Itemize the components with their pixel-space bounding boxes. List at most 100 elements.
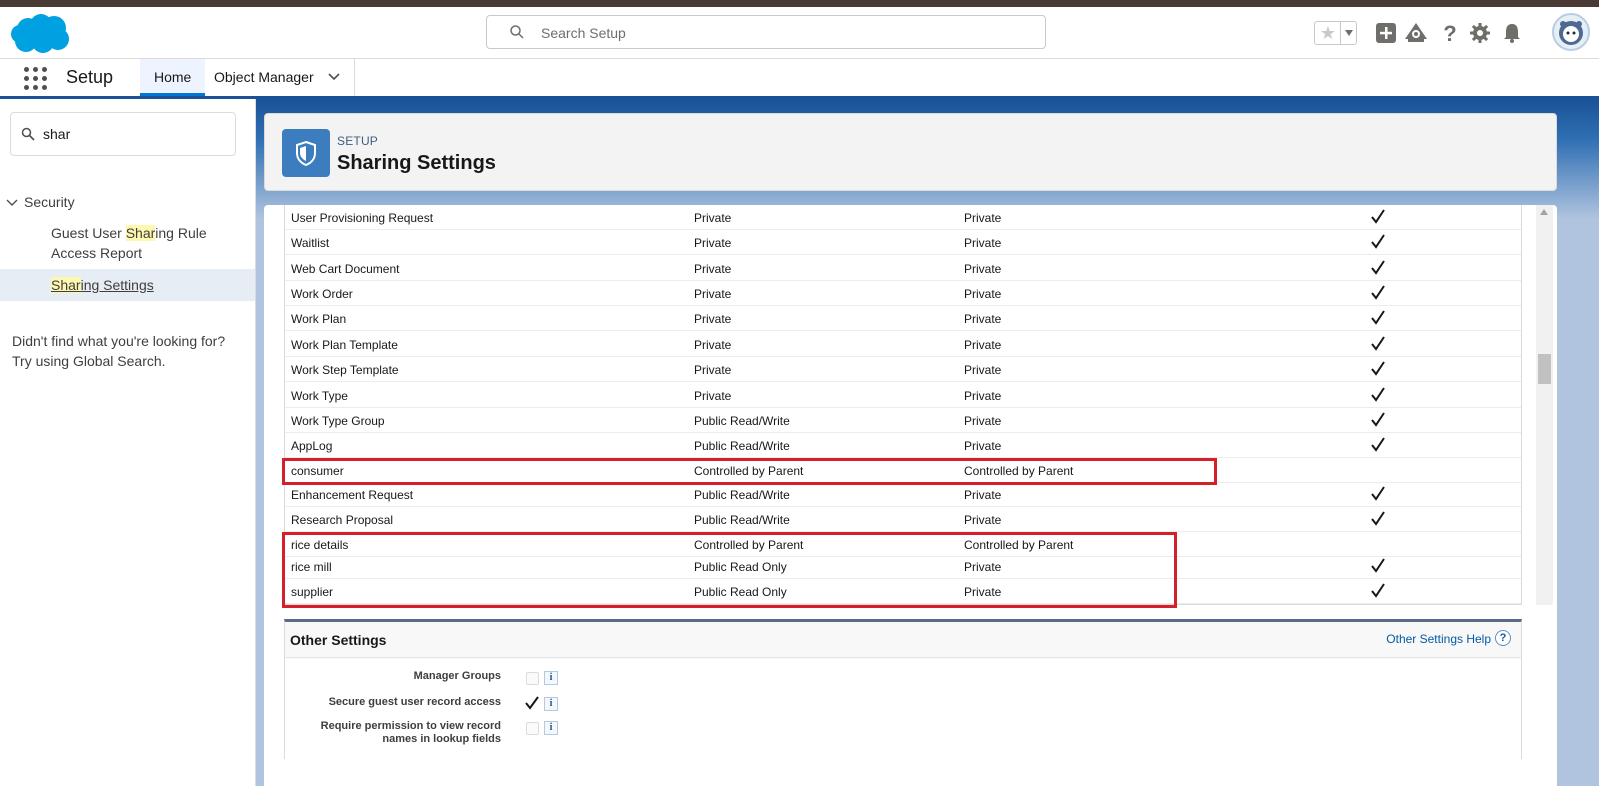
favorites-button-group[interactable]: ★ [1314,21,1357,45]
manager-groups-checkbox[interactable] [526,672,539,685]
chevron-down-icon[interactable] [328,73,340,81]
external-access-cell: Controlled by Parent [964,538,1074,552]
table-row: consumer Controlled by Parent Controlled b… [285,458,1521,483]
table-row: rice mill Public Read Only Private [285,554,1521,579]
table-row: Research Proposal Public Read/Write Privat… [285,507,1521,532]
setup-sidebar: Security Guest User Sharing Rule Access … [0,99,256,786]
app-name: Setup [66,67,114,87]
page-title: Sharing Settings [337,152,496,174]
favorites-dropdown-icon[interactable] [1340,22,1357,44]
avatar[interactable] [1552,13,1590,51]
internal-access-cell: Public Read/Write [694,513,790,527]
quick-find-box[interactable] [10,112,236,156]
checkmark-icon [1371,234,1385,249]
gear-icon[interactable] [1466,19,1494,47]
checkmark-icon[interactable] [524,695,540,711]
help-icon[interactable]: ? [1436,19,1464,47]
sidebar-item-label-post: ing Settings [80,277,154,293]
info-icon[interactable]: i [544,671,558,685]
external-access-cell: Private [964,389,1002,403]
search-icon [510,25,524,39]
help-circle-icon[interactable]: ? [1495,630,1511,646]
table-row: Work Plan Private Private [285,306,1521,331]
external-access-cell: Private [964,414,1002,428]
checkmark-icon [1371,361,1385,376]
internal-access-cell: Private [694,312,732,326]
info-icon[interactable]: i [544,697,558,711]
internal-access-cell: Private [694,363,732,377]
checkmark-icon [1371,511,1385,526]
internal-access-cell: Controlled by Parent [694,464,804,478]
internal-access-cell: Private [694,287,732,301]
setting-label: Secure guest user record access [328,696,501,708]
checkmark-icon [1371,336,1385,351]
other-settings-section: Other Settings Other Settings Help ? Man… [284,619,1522,759]
checkmark-icon [1371,310,1385,325]
internal-access-cell: Public Read/Write [694,488,790,502]
app-launcher-icon[interactable] [24,67,48,91]
object-name-cell: rice details [291,538,349,552]
table-row: Enhancement Request Public Read/Write Priv… [285,482,1521,507]
external-access-cell: Private [964,439,1002,453]
setup-search-box[interactable] [486,15,1046,49]
tab-object-manager[interactable]: Object Manager [200,59,355,96]
tree-section-security[interactable]: Security [6,194,75,210]
require-permission-checkbox[interactable] [526,722,539,735]
other-settings-body: Manager Groups i Secure guest user recor… [285,659,1521,759]
external-access-cell: Private [964,236,1002,250]
search-match-highlight: Shar [51,277,81,293]
info-icon[interactable]: i [544,721,558,735]
checkmark-icon [1371,412,1385,427]
page-header-icon-tile [282,129,330,177]
object-name-cell: Research Proposal [291,513,394,527]
table-row: User Provisioning Request Private Private [285,205,1521,230]
sidebar-help-text: Didn't find what you're looking for? Try… [12,331,248,371]
chevron-down-icon[interactable] [6,199,18,207]
sidebar-item-sharing-settings[interactable]: Sharing Settings [0,269,255,301]
setting-label-line-2: names in lookup fields [382,733,501,745]
internal-access-cell: Private [694,211,732,225]
external-access-cell: Private [964,363,1002,377]
other-settings-help-link[interactable]: Other Settings Help [1386,632,1491,646]
internal-access-cell: Public Read/Write [694,439,790,453]
search-match-highlight: Shar [125,225,156,241]
object-name-cell: Work Type [291,389,348,403]
help-text-line-1: Didn't find what you're looking for? [12,333,226,349]
notifications-bell-icon[interactable] [1498,19,1526,47]
global-actions-icon[interactable] [1372,19,1400,47]
setting-label: Require permission to view record names … [301,720,501,746]
external-access-cell: Private [964,312,1002,326]
table-row: Work Type Private Private [285,383,1521,408]
object-name-cell: Work Type Group [291,414,385,428]
sidebar-item-label-pre: Guest User [51,225,126,241]
context-bar: Setup Home Object Manager [0,59,1599,99]
sidebar-item-guest-user-sharing-rule-access-report[interactable]: Guest User Sharing Rule Access Report [0,223,255,263]
checkmark-icon [1371,260,1385,275]
table-row: Work Type Group Public Read/Write Private [285,408,1521,433]
salesforce-logo[interactable] [10,13,72,55]
checkmark-icon [1371,387,1385,402]
table-scrollbar[interactable] [1536,205,1553,605]
search-input[interactable] [541,22,1021,44]
external-access-cell: Controlled by Parent [964,464,1074,478]
object-name-cell: Work Plan [291,312,347,326]
organization-wide-defaults-table: User Provisioning Request Private Private W… [284,205,1522,605]
scrollbar-thumb[interactable] [1538,354,1551,384]
object-name-cell: Work Order [291,287,353,301]
external-access-cell: Private [964,211,1002,225]
table-row: Work Plan Template Private Private [285,332,1521,357]
browser-top-strip [0,0,1599,7]
trailhead-icon[interactable] [1402,19,1430,47]
external-access-cell: Private [964,338,1002,352]
scroll-up-arrow-icon[interactable] [1540,209,1548,215]
favorites-star-icon[interactable]: ★ [1317,23,1339,43]
checkmark-icon [1371,285,1385,300]
internal-access-cell: Public Read Only [694,560,787,574]
checkmark-icon [1371,583,1385,598]
internal-access-cell: Private [694,389,732,403]
tab-home[interactable]: Home [140,59,206,96]
quick-find-input[interactable] [43,124,223,144]
page-eyebrow: SETUP [337,134,379,148]
astro-avatar-icon [1559,21,1583,45]
internal-access-cell: Controlled by Parent [694,538,804,552]
